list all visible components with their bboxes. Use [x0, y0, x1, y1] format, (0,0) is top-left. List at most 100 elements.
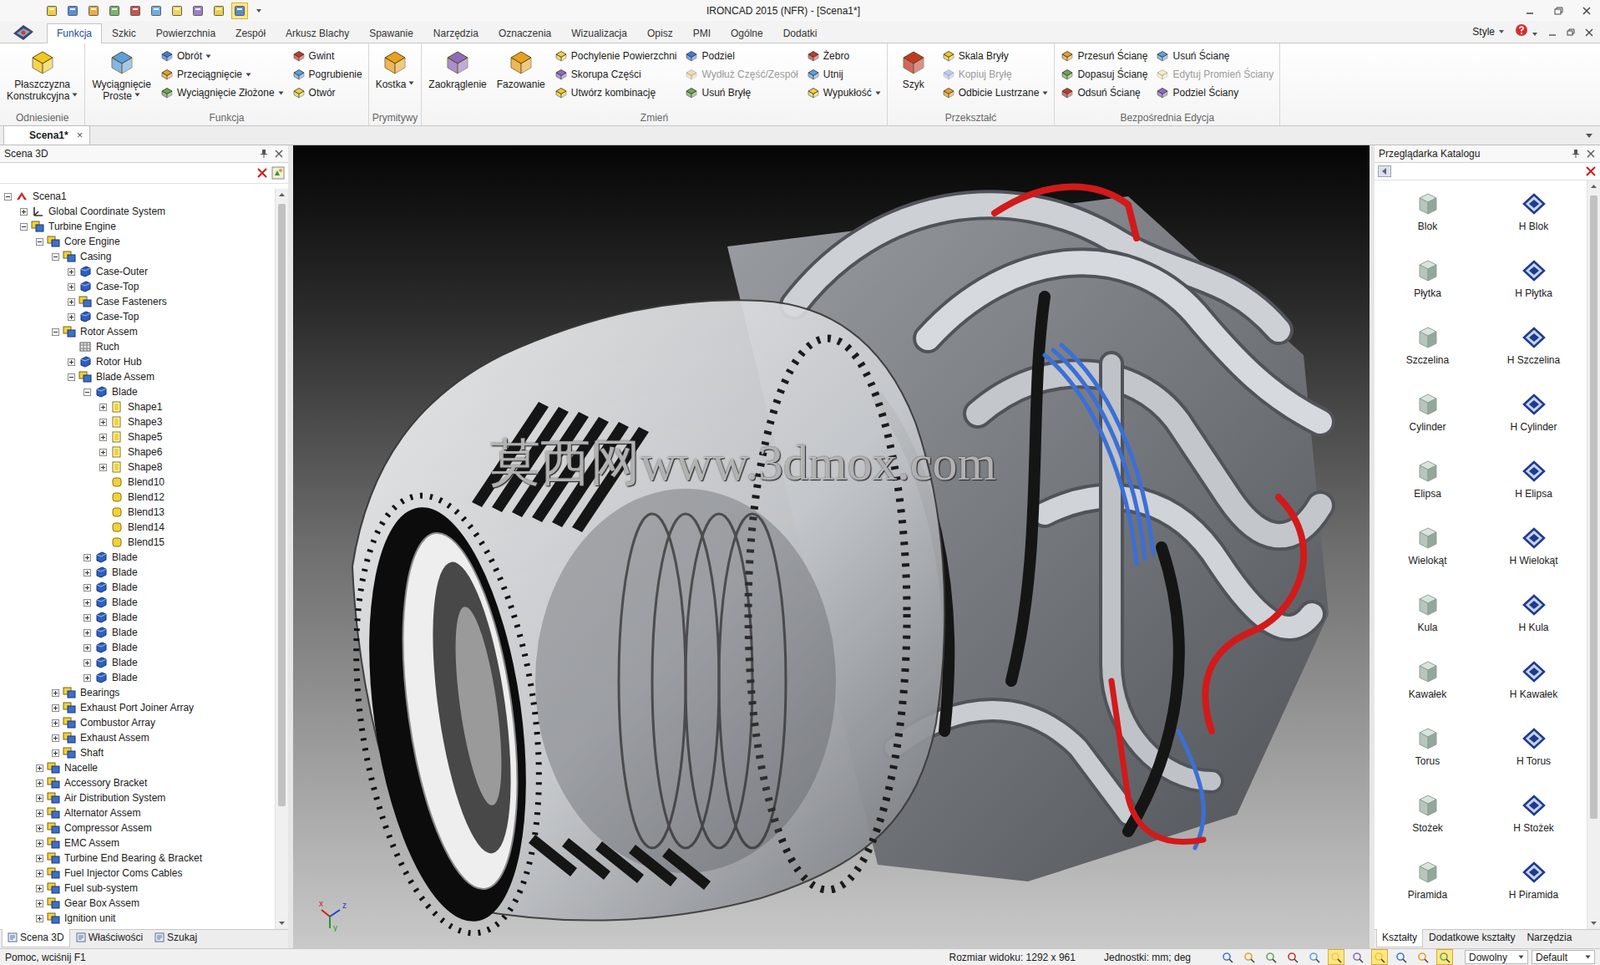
tree-node[interactable]: Bearings: [0, 684, 275, 700]
ribbon-small-button[interactable]: Podziel Ściany: [1153, 83, 1276, 102]
ribbon-large-button[interactable]: Szyk: [891, 45, 937, 92]
scroll-thumb[interactable]: [278, 203, 286, 806]
quick-access-button[interactable]: [210, 2, 228, 20]
tree-node[interactable]: Blade: [0, 639, 275, 655]
status-tool-button[interactable]: [1436, 948, 1454, 965]
expander-icon[interactable]: [99, 403, 107, 411]
expander-icon[interactable]: [99, 448, 107, 456]
catalog-shape[interactable]: Wielokąt: [1374, 524, 1481, 592]
tree-node[interactable]: Exhaust Port Joiner Array: [0, 699, 275, 715]
close-icon[interactable]: [273, 148, 284, 159]
expander-icon[interactable]: [83, 613, 92, 622]
tree-node[interactable]: Blade: [0, 609, 275, 625]
tree-node[interactable]: Core Engine: [0, 233, 275, 249]
status-tool-button[interactable]: [1306, 948, 1323, 965]
quick-access-button[interactable]: [64, 2, 82, 20]
ribbon-large-button[interactable]: WyciągnięcieProste: [88, 45, 155, 104]
tree-node[interactable]: Ignition unit: [0, 910, 275, 926]
ribbon-small-button[interactable]: Wyciągnięcie Złożone: [157, 83, 287, 102]
catalog-shape[interactable]: H Blok: [1480, 190, 1587, 258]
ribbon-large-button[interactable]: Zaokrąglenie: [425, 45, 490, 92]
expander-icon[interactable]: [4, 192, 12, 201]
quick-access-button[interactable]: [168, 2, 186, 20]
tree-node[interactable]: Blade: [0, 669, 275, 685]
expander-icon[interactable]: [35, 914, 44, 922]
ribbon-tab[interactable]: Narzędzia: [423, 23, 489, 44]
tree-node[interactable]: Case-Top: [0, 308, 275, 325]
ribbon-small-button[interactable]: Wypukłość: [804, 83, 884, 102]
panel-tab[interactable]: Szukaj: [148, 928, 203, 947]
expander-icon[interactable]: [83, 553, 92, 562]
quick-access-button[interactable]: [85, 2, 102, 20]
minimize-icon[interactable]: [1523, 4, 1537, 18]
catalog-shape[interactable]: Piramida: [1374, 858, 1481, 926]
ribbon-small-button[interactable]: Przeciągnięcie: [157, 65, 287, 84]
tree-node[interactable]: Blade: [0, 624, 275, 640]
expander-icon[interactable]: [35, 237, 44, 246]
3d-viewport[interactable]: 莫西网www.3dmox.comxyz: [293, 145, 1370, 948]
tree-node[interactable]: Shape1: [0, 399, 275, 415]
expander-icon[interactable]: [83, 673, 92, 682]
tree-node[interactable]: Alternator Assem: [0, 805, 275, 821]
expander-icon[interactable]: [51, 328, 60, 336]
close-icon[interactable]: [1583, 26, 1595, 39]
quick-access-button[interactable]: [43, 2, 61, 20]
catalog-shape[interactable]: H Płytka: [1480, 257, 1587, 325]
status-tool-button[interactable]: [1371, 948, 1388, 965]
tree-node[interactable]: Shaft: [0, 744, 275, 760]
ribbon-small-button[interactable]: Usuń Bryłę: [682, 83, 800, 102]
status-tool-button[interactable]: [1240, 948, 1258, 965]
tree-node[interactable]: Shape8: [0, 459, 275, 475]
status-tool-button[interactable]: [1219, 948, 1236, 965]
tree-node[interactable]: Turbine End Bearing & Bracket: [0, 850, 275, 866]
tree-node[interactable]: Global Coordinate System: [0, 203, 275, 219]
catalog-shape[interactable]: Kula: [1374, 591, 1481, 659]
ribbon-tab[interactable]: PMI: [683, 23, 721, 44]
expander-icon[interactable]: [99, 418, 107, 426]
ribbon-small-button[interactable]: Utnij: [804, 65, 884, 84]
catalog-shape[interactable]: Torus: [1374, 724, 1481, 792]
expander-icon[interactable]: [35, 764, 44, 772]
ribbon-tab[interactable]: Funkcja: [46, 23, 102, 44]
expander-icon[interactable]: [83, 583, 92, 592]
tree-node[interactable]: Combustor Array: [0, 714, 275, 730]
restore-icon[interactable]: [1564, 26, 1577, 39]
expander-icon[interactable]: [67, 283, 76, 291]
ribbon-large-button[interactable]: Fazowanie: [493, 45, 549, 92]
ribbon-tab[interactable]: Ogólne: [720, 23, 774, 44]
expander-icon[interactable]: [99, 433, 107, 441]
ribbon-large-button[interactable]: PłaszczyznaKonstrukcyjna: [3, 45, 82, 104]
expander-icon[interactable]: [35, 839, 44, 847]
ribbon-small-button[interactable]: Otwór: [289, 83, 365, 102]
ribbon-small-button[interactable]: Pochylenie Powierzchni: [551, 46, 680, 66]
tree-node[interactable]: Turbine Engine: [0, 218, 275, 234]
application-button[interactable]: [0, 20, 47, 43]
expander-icon[interactable]: [51, 718, 60, 727]
expander-icon[interactable]: [35, 884, 44, 892]
quick-access-button[interactable]: [189, 2, 207, 20]
expander-icon[interactable]: [35, 779, 44, 787]
quick-access-button[interactable]: [147, 2, 165, 20]
status-tool-button[interactable]: [1392, 948, 1410, 965]
catalog-shape[interactable]: H Stożek: [1480, 791, 1587, 859]
tree-scrollbar[interactable]: [274, 188, 289, 929]
close-icon[interactable]: [1585, 148, 1596, 159]
status-dropdown[interactable]: Dowolny: [1464, 949, 1529, 964]
ribbon-tab[interactable]: Spawanie: [359, 23, 424, 44]
status-tool-button[interactable]: [1349, 948, 1367, 965]
tree-node[interactable]: Scena1: [0, 188, 275, 204]
scroll-up-icon[interactable]: [1587, 180, 1600, 193]
tree-node[interactable]: Blend10: [0, 474, 275, 490]
expander-icon[interactable]: [35, 794, 44, 802]
ribbon-small-button[interactable]: Dopasuj Ścianę: [1058, 65, 1150, 84]
catalog-shape[interactable]: Cylinder: [1374, 390, 1481, 458]
expander-icon[interactable]: [83, 598, 92, 607]
ribbon-tab[interactable]: Powierzchnia: [146, 23, 226, 44]
close-tab-button[interactable]: ×: [76, 128, 84, 142]
tree-node[interactable]: Case-Outer: [0, 263, 275, 279]
caret-icon[interactable]: [1531, 31, 1539, 37]
ribbon-small-button[interactable]: Skala Bryły: [939, 46, 1052, 66]
tree-node[interactable]: Shape3: [0, 414, 275, 430]
pin-icon[interactable]: [1570, 148, 1581, 159]
panel-tab[interactable]: Właściwości: [70, 928, 149, 947]
